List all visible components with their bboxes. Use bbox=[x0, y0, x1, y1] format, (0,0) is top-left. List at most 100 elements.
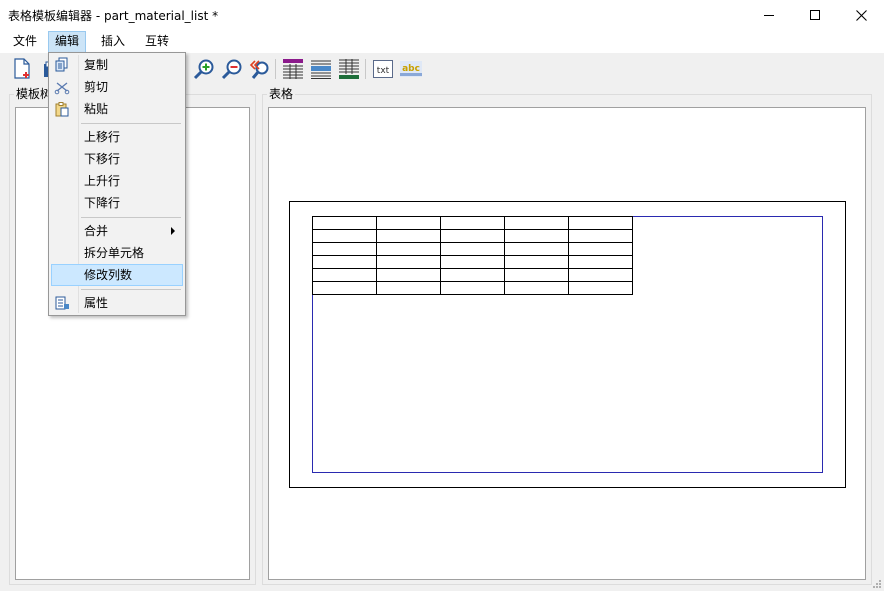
abc-icon: abc bbox=[400, 61, 422, 77]
toolbar-separator bbox=[365, 59, 366, 79]
table-cell[interactable] bbox=[504, 216, 569, 230]
table-cell[interactable] bbox=[440, 268, 505, 282]
abc-button[interactable]: abc bbox=[399, 57, 423, 81]
menu-item-label: 复制 bbox=[84, 58, 109, 72]
menu-item-label: 下移行 bbox=[84, 152, 121, 166]
table-cell[interactable] bbox=[440, 281, 505, 295]
zoom-reset-button[interactable] bbox=[247, 57, 271, 81]
table-cell[interactable] bbox=[504, 229, 569, 243]
zoom-reset-icon bbox=[249, 60, 269, 79]
window-title: 表格模板编辑器 - part_material_list * bbox=[8, 9, 219, 23]
menu-item-lower-row[interactable]: 下降行 bbox=[51, 192, 183, 214]
menu-item-label: 上移行 bbox=[84, 130, 121, 144]
menu-item-move-row-down[interactable]: 下移行 bbox=[51, 148, 183, 170]
zoom-out-button[interactable] bbox=[220, 57, 244, 81]
zoom-in-icon bbox=[193, 59, 214, 80]
menu-item-properties[interactable]: 属性 bbox=[51, 292, 183, 314]
menu-item-label: 剪切 bbox=[84, 80, 109, 94]
new-file-icon bbox=[14, 58, 30, 79]
table-cell[interactable] bbox=[440, 242, 505, 256]
menu-bar: 文件 编辑 插入 互转 bbox=[0, 30, 884, 53]
text-button[interactable]: txt bbox=[371, 57, 395, 81]
menu-item-label: 下降行 bbox=[84, 196, 121, 210]
table-row bbox=[312, 242, 633, 256]
table-cell[interactable] bbox=[376, 242, 441, 256]
table-cell[interactable] bbox=[568, 216, 633, 230]
table-cell[interactable] bbox=[376, 255, 441, 269]
menu-item-split-cell[interactable]: 拆分单元格 bbox=[51, 242, 183, 264]
minimize-icon bbox=[764, 15, 774, 16]
table-style-purple-button[interactable] bbox=[281, 57, 305, 81]
table-cell[interactable] bbox=[504, 281, 569, 295]
table-cell[interactable] bbox=[376, 268, 441, 282]
title-bar: 表格模板编辑器 - part_material_list * bbox=[0, 0, 884, 30]
table-group-label: 表格 bbox=[267, 87, 296, 101]
menu-item-copy[interactable]: 复制 bbox=[51, 54, 183, 76]
maximize-button[interactable] bbox=[792, 0, 838, 30]
menu-file[interactable]: 文件 bbox=[7, 31, 43, 53]
svg-text:txt: txt bbox=[377, 66, 390, 76]
menu-separator bbox=[81, 289, 181, 290]
table-cell[interactable] bbox=[504, 268, 569, 282]
table-cell[interactable] bbox=[312, 242, 377, 256]
table-cell[interactable] bbox=[440, 255, 505, 269]
new-file-button[interactable] bbox=[10, 57, 34, 81]
table-cell[interactable] bbox=[504, 242, 569, 256]
table-cell[interactable] bbox=[312, 255, 377, 269]
txt-icon: txt bbox=[373, 60, 393, 78]
menu-item-paste[interactable]: 粘贴 bbox=[51, 98, 183, 120]
table-row bbox=[312, 255, 633, 269]
table-cell[interactable] bbox=[376, 216, 441, 230]
menu-insert[interactable]: 插入 bbox=[95, 31, 131, 53]
menu-item-raise-row[interactable]: 上升行 bbox=[51, 170, 183, 192]
table-row bbox=[312, 216, 633, 230]
table-grid bbox=[312, 216, 633, 295]
table-cell[interactable] bbox=[568, 229, 633, 243]
table-row bbox=[312, 229, 633, 243]
menu-item-label: 粘贴 bbox=[84, 102, 109, 116]
table-cell[interactable] bbox=[376, 229, 441, 243]
table-cell[interactable] bbox=[312, 229, 377, 243]
menu-separator bbox=[81, 217, 181, 218]
table-style-green-icon bbox=[339, 59, 359, 79]
menu-edit[interactable]: 编辑 bbox=[48, 31, 87, 53]
menu-item-cut[interactable]: 剪切 bbox=[51, 76, 183, 98]
close-icon bbox=[855, 9, 867, 21]
table-cell[interactable] bbox=[568, 255, 633, 269]
table-cell[interactable] bbox=[568, 242, 633, 256]
table-cell[interactable] bbox=[312, 268, 377, 282]
paste-icon bbox=[55, 102, 69, 117]
menu-separator bbox=[81, 123, 181, 124]
table-cell[interactable] bbox=[568, 281, 633, 295]
menu-convert[interactable]: 互转 bbox=[139, 31, 175, 53]
copy-icon bbox=[55, 57, 68, 72]
menu-item-label: 修改列数 bbox=[84, 268, 133, 282]
table-cell[interactable] bbox=[440, 216, 505, 230]
table-cell[interactable] bbox=[440, 229, 505, 243]
close-button[interactable] bbox=[838, 0, 884, 30]
zoom-out-icon bbox=[221, 59, 242, 80]
maximize-icon bbox=[810, 10, 820, 20]
submenu-arrow-icon bbox=[171, 227, 175, 235]
resize-grip-icon[interactable] bbox=[872, 579, 882, 589]
cut-icon bbox=[54, 82, 70, 95]
menu-item-move-row-up[interactable]: 上移行 bbox=[51, 126, 183, 148]
zoom-in-button[interactable] bbox=[192, 57, 216, 81]
svg-text:abc: abc bbox=[402, 64, 420, 74]
table-style-purple-icon bbox=[283, 59, 303, 79]
menu-item-label: 合并 bbox=[84, 224, 109, 238]
edit-menu-dropdown: 复制 剪切 粘贴 上移行 下移行 上升行 下降行 合并 拆分单元格 修改列数 属… bbox=[48, 52, 186, 316]
menu-item-change-columns[interactable]: 修改列数 bbox=[51, 264, 183, 286]
table-style-green-button[interactable] bbox=[337, 57, 361, 81]
properties-icon bbox=[55, 296, 69, 310]
table-cell[interactable] bbox=[376, 281, 441, 295]
minimize-button[interactable] bbox=[746, 0, 792, 30]
table-cell[interactable] bbox=[312, 216, 377, 230]
table-style-blue-button[interactable] bbox=[309, 57, 333, 81]
table-cell[interactable] bbox=[312, 281, 377, 295]
toolbar-separator bbox=[275, 59, 276, 79]
table-cell[interactable] bbox=[568, 268, 633, 282]
table-cell[interactable] bbox=[504, 255, 569, 269]
table-row bbox=[312, 268, 633, 282]
menu-item-merge[interactable]: 合并 bbox=[51, 220, 183, 242]
